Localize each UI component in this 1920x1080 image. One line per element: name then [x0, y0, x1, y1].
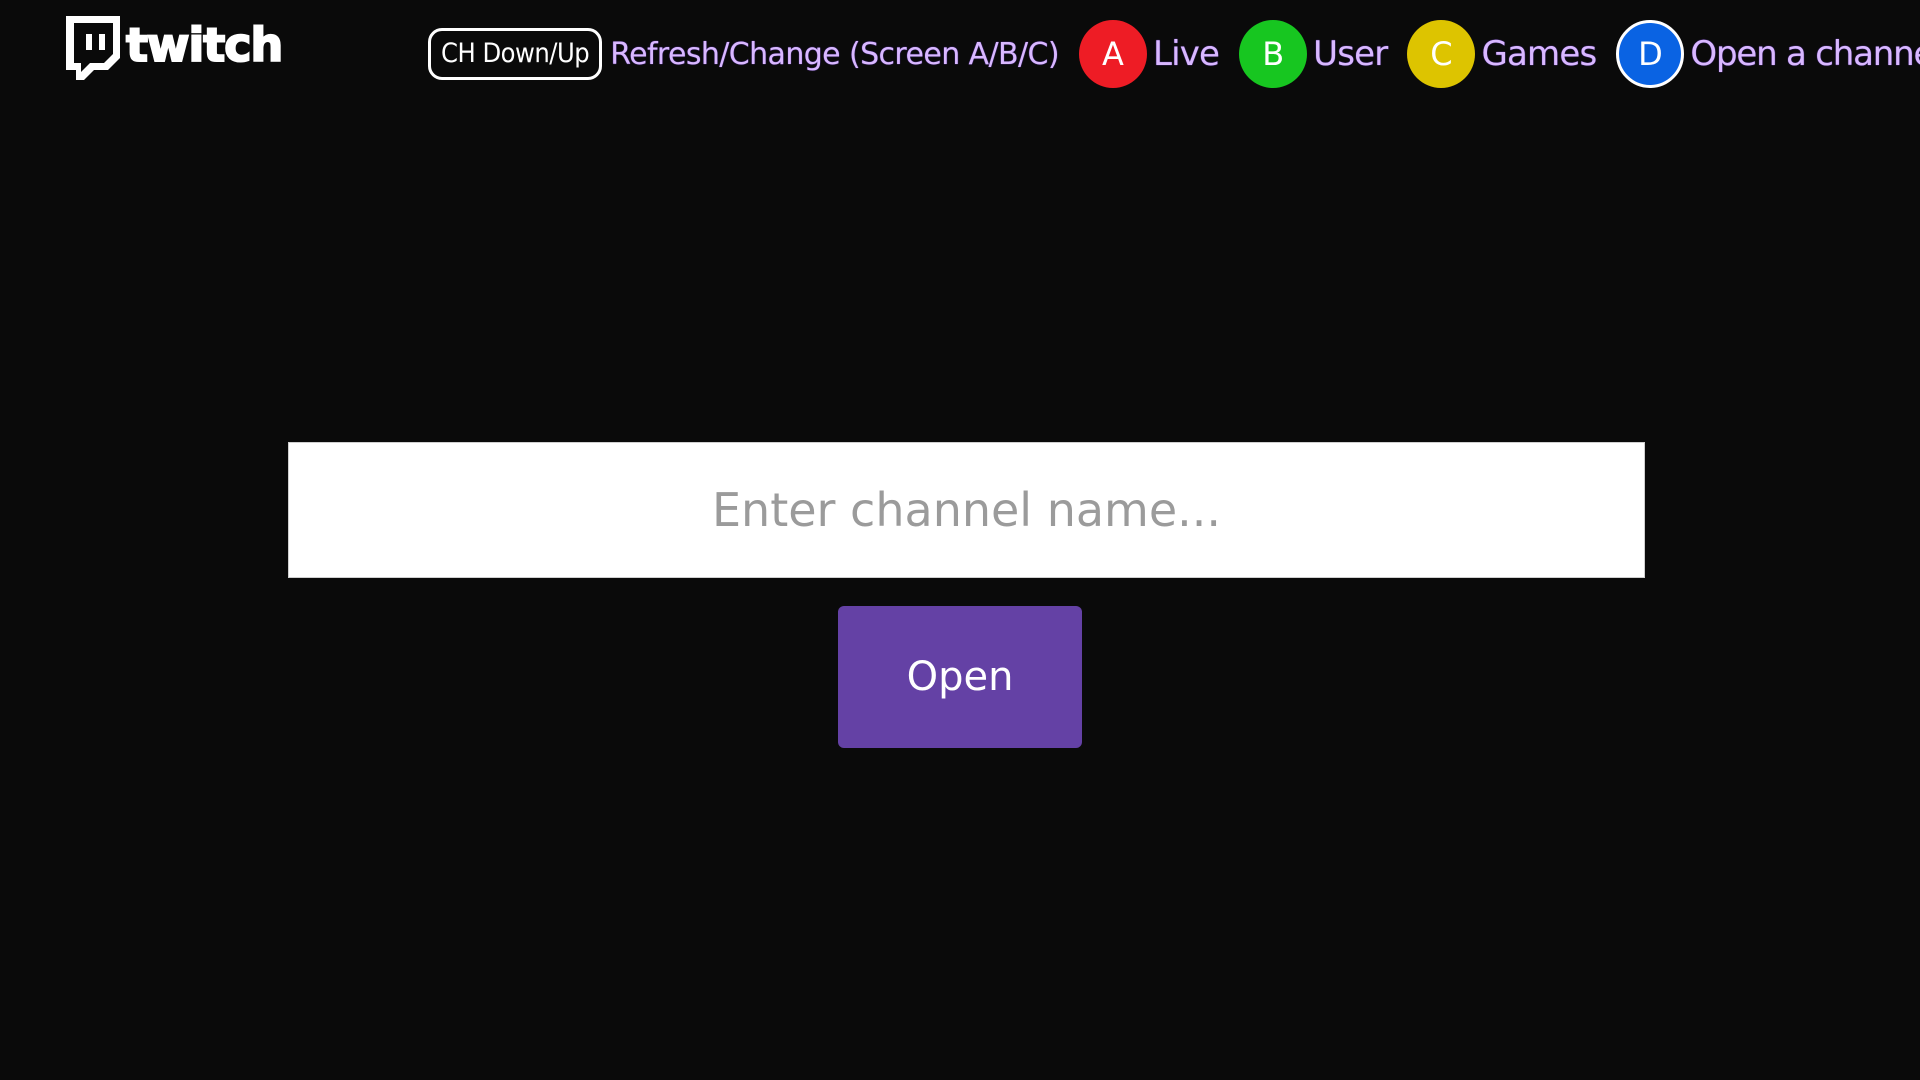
ch-key-badge: CH Down/Up	[428, 28, 603, 80]
ch-key-hint: Refresh/Change (Screen A/B/C)	[610, 36, 1059, 72]
red-key-a[interactable]: A	[1078, 20, 1147, 88]
twitch-logo: twitch	[62, 14, 282, 84]
key-d-label-open-channel[interactable]: Open a channel	[1690, 34, 1920, 74]
remote-hint-bar: CH Down/Up Refresh/Change (Screen A/B/C)…	[428, 18, 1920, 90]
key-b-label-user[interactable]: User	[1313, 34, 1388, 74]
open-channel-button[interactable]: Open	[838, 606, 1082, 748]
logo-wordmark: twitch	[126, 18, 282, 72]
key-a-label-live[interactable]: Live	[1153, 34, 1220, 74]
key-c-label-games[interactable]: Games	[1481, 34, 1597, 74]
blue-key-d[interactable]: D	[1616, 20, 1685, 88]
green-key-b[interactable]: B	[1239, 20, 1308, 88]
channel-name-input[interactable]	[288, 442, 1645, 578]
yellow-key-c[interactable]: C	[1407, 20, 1476, 88]
app-screen: twitch CH Down/Up Refresh/Change (Screen…	[0, 0, 1920, 1080]
